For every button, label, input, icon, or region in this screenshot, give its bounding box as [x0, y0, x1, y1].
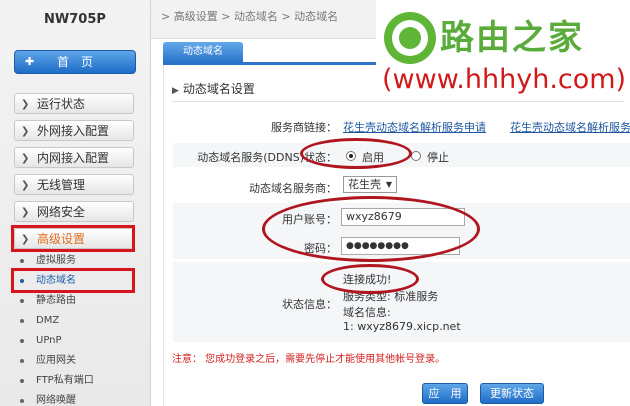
bullet-icon: [20, 339, 24, 343]
breadcrumb-item[interactable]: 高级设置: [174, 10, 218, 23]
model-name: NW705P: [44, 12, 106, 27]
status-line-domain: 1: wxyz8679.xicp.net: [343, 320, 461, 333]
bullet-icon: [20, 359, 24, 363]
plus-icon: ✚: [25, 55, 35, 68]
menu-run-status[interactable]: ❯ 运行状态: [14, 93, 134, 114]
provider-service-link[interactable]: 花生壳动态域名解析服务: [510, 119, 630, 135]
home-label: 首 页: [56, 55, 93, 69]
chevron-down-icon: ▼: [385, 180, 392, 189]
menu-label: 外网接入配置: [37, 124, 110, 138]
ddns-disable-label: 停止: [427, 151, 449, 164]
status-line-domain-title: 域名信息:: [343, 306, 391, 319]
menu-label: 运行状态: [37, 97, 86, 111]
chevron-right-icon: ❯: [21, 99, 30, 110]
router-admin-page: NW705P ✚ 首 页 ❯ 运行状态 ❯ 外网接入配置 ❯ 内网接入配置 ❯ …: [0, 0, 630, 406]
breadcrumb-separator: >: [161, 10, 171, 23]
bullet-icon: [20, 259, 24, 263]
breadcrumb: > 高级设置 > 动态域名 > 动态域名: [161, 8, 338, 24]
bullet-icon: [20, 299, 24, 303]
provider-select-value: 花生壳: [348, 178, 381, 191]
menu-label: 无线管理: [37, 178, 86, 192]
bullet-icon: [20, 399, 24, 403]
submenu-label: UPnP: [36, 335, 62, 346]
provider-signup-link[interactable]: 花生壳动态域名解析服务申请: [343, 119, 486, 135]
annotation-ellipse-account: [262, 196, 480, 262]
chevron-right-icon: ❯: [21, 126, 30, 137]
annotation-ellipse-ddns: [300, 138, 412, 169]
chevron-right-icon: ❯: [21, 207, 30, 218]
home-button[interactable]: ✚ 首 页: [14, 50, 136, 74]
submenu-static-route[interactable]: 静态路由: [14, 292, 134, 310]
submenu-label: FTP私有端口: [36, 375, 94, 386]
triangle-right-icon: ▶: [172, 86, 179, 96]
ddns-disable-radio[interactable]: [411, 151, 421, 161]
apply-button[interactable]: 应 用: [422, 383, 468, 404]
menu-label: 网络安全: [37, 205, 86, 219]
tab-ddns[interactable]: 动态域名: [163, 42, 243, 62]
watermark-name: 路由之家: [440, 18, 584, 58]
submenu-label: 应用网关: [36, 355, 76, 366]
chevron-right-icon: ❯: [21, 180, 30, 191]
menu-wan-config[interactable]: ❯ 外网接入配置: [14, 120, 134, 141]
status-info-label: 状态信息：: [282, 298, 337, 311]
submenu-label: 静态路由: [36, 295, 76, 306]
breadcrumb-separator: >: [221, 10, 231, 23]
breadcrumb-item: 动态域名: [294, 10, 339, 23]
divider: [172, 101, 624, 102]
submenu-wol[interactable]: 网络唤醒: [14, 392, 134, 406]
submenu-label: 网络唤醒: [36, 395, 76, 406]
submenu-ftp-port[interactable]: FTP私有端口: [14, 372, 134, 390]
provider-select[interactable]: 花生壳 ▼: [343, 176, 397, 193]
submenu-label: DMZ: [36, 315, 60, 326]
menu-lan-config[interactable]: ❯ 内网接入配置: [14, 147, 134, 168]
provider-label: 动态域名服务商：: [249, 182, 337, 195]
login-note: 注意： 您成功登录之后，需要先停止才能使用其他帐号登录。: [172, 354, 446, 365]
section-title: ▶ 动态域名设置: [172, 80, 255, 97]
menu-wireless[interactable]: ❯ 无线管理: [14, 174, 134, 195]
menu-label: 内网接入配置: [37, 151, 110, 165]
breadcrumb-item[interactable]: 动态域名: [234, 10, 278, 23]
submenu-app-gateway[interactable]: 应用网关: [14, 352, 134, 370]
submenu-upnp[interactable]: UPnP: [14, 332, 134, 350]
watermark-url: (www.hhhyh.com): [382, 64, 627, 95]
watermark-logo: [384, 12, 436, 64]
provider-link-label: 服务商链接：: [271, 121, 337, 134]
highlight-advanced: [11, 225, 135, 252]
section-title-text: 动态域名设置: [182, 82, 255, 96]
submenu-dmz[interactable]: DMZ: [14, 312, 134, 330]
highlight-ddns: [11, 268, 135, 293]
sidebar: NW705P ✚ 首 页 ❯ 运行状态 ❯ 外网接入配置 ❯ 内网接入配置 ❯ …: [0, 0, 151, 406]
refresh-status-button[interactable]: 更新状态: [480, 383, 544, 404]
bullet-icon: [20, 379, 24, 383]
menu-security[interactable]: ❯ 网络安全: [14, 201, 134, 222]
breadcrumb-separator: >: [281, 10, 291, 23]
bullet-icon: [20, 319, 24, 323]
annotation-ellipse-status: [321, 264, 419, 294]
chevron-right-icon: ❯: [21, 153, 30, 164]
